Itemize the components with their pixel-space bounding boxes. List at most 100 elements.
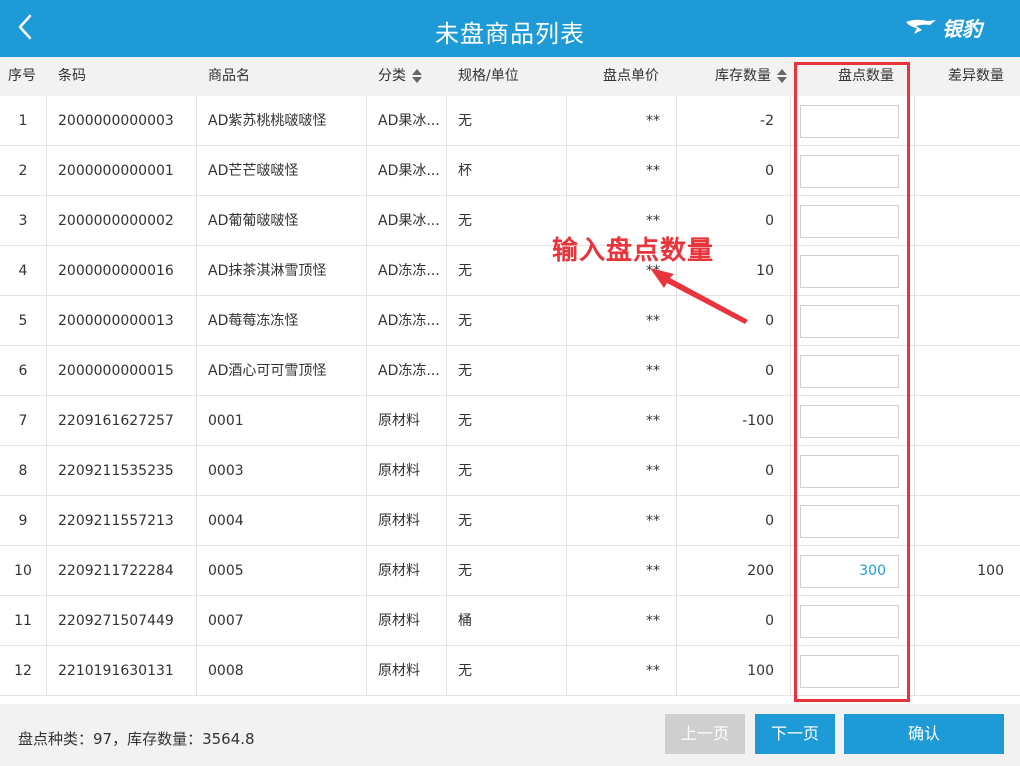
cell-stock: 0 xyxy=(765,613,774,629)
cell-category: AD冻冻... xyxy=(378,363,440,379)
cell-category: AD果冰... xyxy=(378,113,440,129)
cell-barcode: 2000000000015 xyxy=(58,363,174,379)
col-header-spec: 规格/单位 xyxy=(458,68,519,84)
table-body: 1 2000000000003 AD紫苏桃桃啵啵怪 AD果冰... 无 ** -2 2 2000… xyxy=(0,96,1020,696)
cell-spec: 无 xyxy=(458,313,472,329)
table-row: 12 2210191630131 0008 原材料 无 ** 100 xyxy=(0,646,1020,696)
cell-no: 4 xyxy=(18,263,28,279)
cell-name: AD芒芒啵啵怪 xyxy=(208,163,299,179)
cell-diff xyxy=(916,346,1004,396)
cell-spec: 无 xyxy=(458,263,472,279)
col-header-diff: 差异数量 xyxy=(948,68,1004,84)
col-header-no: 序号 xyxy=(8,68,36,84)
cell-diff xyxy=(916,496,1004,546)
col-header-stock-label: 库存数量 xyxy=(715,68,771,84)
cell-category: 原材料 xyxy=(378,613,420,629)
count-input[interactable] xyxy=(800,505,899,538)
cell-barcode: 2000000000003 xyxy=(58,113,174,129)
cell-category: AD果冰... xyxy=(378,163,440,179)
page-title: 未盘商品列表 xyxy=(435,20,585,48)
cell-spec: 无 xyxy=(458,363,472,379)
cell-category: AD冻冻... xyxy=(378,263,440,279)
table-header: 序号 条码 商品名 分类 规格/单位 盘点单价 库存数量 盘点数量 差异数量 xyxy=(0,57,1020,96)
cell-name: AD葡葡啵啵怪 xyxy=(208,213,299,229)
brand-logo: 银豹 xyxy=(904,14,982,41)
table-row: 1 2000000000003 AD紫苏桃桃啵啵怪 AD果冰... 无 ** -2 xyxy=(0,96,1020,146)
cell-stock: 0 xyxy=(765,463,774,479)
sort-icon[interactable] xyxy=(777,69,787,83)
footer-bar: 盘点种类：97，库存数量：3564.8 上一页 下一页 确认 xyxy=(0,704,1020,766)
cell-no: 8 xyxy=(18,463,28,479)
cell-price: ** xyxy=(646,413,660,429)
cell-no: 9 xyxy=(18,513,28,529)
cell-no: 11 xyxy=(14,613,32,629)
cell-barcode: 2209271507449 xyxy=(58,613,174,629)
count-input[interactable] xyxy=(800,305,899,338)
cell-category: 原材料 xyxy=(378,563,420,579)
cell-diff xyxy=(916,246,1004,296)
cell-spec: 桶 xyxy=(458,613,472,629)
cell-barcode: 2000000000013 xyxy=(58,313,174,329)
cell-barcode: 2209211535235 xyxy=(58,463,174,479)
cell-no: 10 xyxy=(14,563,32,579)
cell-price: ** xyxy=(646,113,660,129)
cell-name: 0007 xyxy=(208,613,244,629)
table-row: 42000000000016AD抹茶淇淋雪顶怪AD冻冻...无**10 xyxy=(0,246,1020,296)
count-input[interactable] xyxy=(800,455,899,488)
table-row: 2 2000000000001 AD芒芒啵啵怪 AD果冰... 杯 ** 0 xyxy=(0,146,1020,196)
prev-page-button[interactable]: 上一页 xyxy=(665,714,745,754)
cell-name: 0005 xyxy=(208,563,244,579)
cell-spec: 无 xyxy=(458,513,472,529)
count-input[interactable] xyxy=(800,155,899,188)
cell-name: 0004 xyxy=(208,513,244,529)
annotation-arrow-icon xyxy=(650,268,748,324)
cell-no: 6 xyxy=(18,363,28,379)
cell-no: 3 xyxy=(18,213,28,229)
cell-barcode: 2000000000002 xyxy=(58,213,174,229)
confirm-button[interactable]: 确认 xyxy=(844,714,1004,754)
cell-price: ** xyxy=(646,663,660,679)
count-input[interactable]: 300 xyxy=(800,555,899,588)
cell-spec: 杯 xyxy=(458,163,472,179)
cell-name: AD抹茶淇淋雪顶怪 xyxy=(208,263,327,279)
cell-diff xyxy=(916,646,1004,696)
cell-category: AD果冰... xyxy=(378,213,440,229)
cell-barcode: 2000000000016 xyxy=(58,263,174,279)
cell-spec: 无 xyxy=(458,213,472,229)
brand-name: 银豹 xyxy=(942,16,982,41)
col-header-count: 盘点数量 xyxy=(838,68,894,84)
cell-diff xyxy=(916,96,1004,146)
sort-icon[interactable] xyxy=(412,69,422,83)
cell-stock: 0 xyxy=(765,513,774,529)
count-input[interactable] xyxy=(800,355,899,388)
cell-no: 5 xyxy=(18,313,28,329)
cell-stock: 0 xyxy=(765,363,774,379)
cell-price: ** xyxy=(646,613,660,629)
inventory-summary: 盘点种类：97，库存数量：3564.8 xyxy=(18,730,255,748)
col-header-category-label: 分类 xyxy=(378,68,406,84)
cell-name: AD酒心可可雪顶怪 xyxy=(208,363,327,379)
table-row: 10 2209211722284 0005 原材料 无 ** 200 100 300 xyxy=(0,546,1020,596)
count-input[interactable] xyxy=(800,655,899,688)
cell-name: 0003 xyxy=(208,463,244,479)
cell-category: 原材料 xyxy=(378,413,420,429)
cell-price: ** xyxy=(646,563,660,579)
cell-spec: 无 xyxy=(458,463,472,479)
cell-diff: 100 xyxy=(977,563,1004,579)
cell-category: AD冻冻... xyxy=(378,313,440,329)
cell-category: 原材料 xyxy=(378,513,420,529)
count-input[interactable] xyxy=(800,205,899,238)
cell-spec: 无 xyxy=(458,413,472,429)
col-header-stock[interactable]: 库存数量 xyxy=(715,57,787,96)
cell-price: ** xyxy=(646,513,660,529)
count-input[interactable] xyxy=(800,605,899,638)
cell-price: ** xyxy=(646,163,660,179)
cell-no: 12 xyxy=(14,663,32,679)
count-input[interactable] xyxy=(800,105,899,138)
next-page-button[interactable]: 下一页 xyxy=(755,714,835,754)
count-input[interactable] xyxy=(800,405,899,438)
table-row: 6 2000000000015 AD酒心可可雪顶怪 AD冻冻... 无 ** 0 xyxy=(0,346,1020,396)
cell-spec: 无 xyxy=(458,113,472,129)
count-input[interactable] xyxy=(800,255,899,288)
col-header-category[interactable]: 分类 xyxy=(378,57,422,96)
